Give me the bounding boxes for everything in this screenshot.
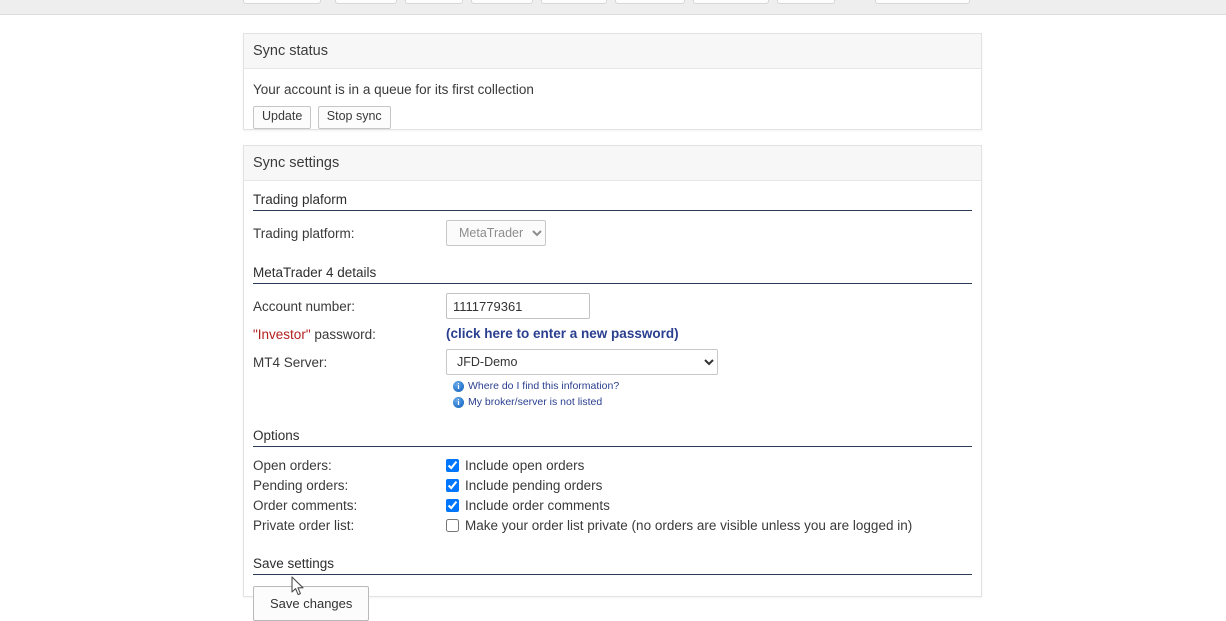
- save-settings-row: Save changes: [253, 586, 972, 621]
- toolbar-button-your-account[interactable]: Your account: [875, 0, 970, 4]
- investor-password-control: (click here to enter a new password): [446, 325, 972, 343]
- option-row: Order comments: Include order comments: [253, 495, 972, 515]
- investor-word: "Investor": [253, 327, 311, 342]
- sync-status-panel-body: Your account is in a queue for its first…: [244, 69, 981, 141]
- info-icon: i: [453, 397, 464, 408]
- option-checkbox-group[interactable]: Include open orders: [446, 458, 584, 473]
- option-checkbox-0[interactable]: [446, 459, 459, 472]
- broker-not-listed-label: My broker/server is not listed: [468, 396, 602, 408]
- option-label: Order comments:: [253, 498, 446, 513]
- trading-platform-row: Trading platform: MetaTrader 4: [253, 220, 972, 246]
- toolbar-button-statement[interactable]: Statement: [243, 0, 321, 4]
- option-row: Private order list: Make your order list …: [253, 515, 972, 535]
- info-icon: i: [453, 381, 464, 392]
- mt4-server-select[interactable]: JFD-Demo: [446, 349, 718, 375]
- investor-password-label: "Investor" password:: [253, 327, 446, 342]
- trading-platform-section-heading: Trading plaform: [253, 181, 972, 211]
- options-section-heading: Options: [253, 417, 972, 447]
- account-number-control: [446, 293, 972, 319]
- sync-status-panel-header: Sync status: [244, 34, 981, 69]
- toolbar-button-excel[interactable]: Excel: [471, 0, 533, 4]
- where-do-i-find-info-label: Where do I find this information?: [468, 380, 619, 392]
- option-checkbox-2[interactable]: [446, 499, 459, 512]
- mt4-server-label: MT4 Server:: [253, 355, 446, 370]
- top-toolbar: Statement Stats Risk Excel Profile Widgets Por…: [0, 0, 1226, 15]
- top-toolbar-buttons: Statement Stats Risk Excel Profile Widgets Por…: [243, 0, 983, 14]
- mt4-server-row: MT4 Server: JFD-Demo: [253, 349, 972, 375]
- option-row: Open orders: Include open orders: [253, 455, 972, 475]
- account-number-row: Account number:: [253, 293, 972, 319]
- broker-not-listed-link[interactable]: i My broker/server is not listed: [453, 396, 972, 408]
- option-checkbox-label: Include pending orders: [465, 478, 602, 493]
- mt4-info-links: i Where do I find this information? i My…: [453, 380, 972, 408]
- toolbar-button-help[interactable]: Help: [777, 0, 835, 4]
- option-checkbox-label: Include order comments: [465, 498, 610, 513]
- sync-status-panel: Sync status Your account is in a queue f…: [243, 33, 982, 130]
- sync-status-message: Your account is in a queue for its first…: [253, 82, 972, 97]
- options-rows: Open orders: Include open orders Pending o…: [253, 455, 972, 535]
- investor-password-row: "Investor" password: (click here to ente…: [253, 324, 972, 344]
- mt4-details-section-heading: MetaTrader 4 details: [253, 254, 972, 284]
- account-number-input[interactable]: [446, 293, 590, 319]
- toolbar-button-profile[interactable]: Profile: [541, 0, 607, 4]
- trading-platform-control: MetaTrader 4: [446, 220, 972, 246]
- sync-settings-panel-header: Sync settings: [244, 146, 981, 181]
- option-checkbox-label: Make your order list private (no orders …: [465, 518, 912, 533]
- update-button[interactable]: Update: [253, 106, 311, 129]
- save-settings-section-heading: Save settings: [253, 545, 972, 575]
- sync-status-title: Sync status: [253, 43, 328, 59]
- trading-platform-label: Trading platform:: [253, 226, 446, 241]
- option-checkbox-1[interactable]: [446, 479, 459, 492]
- where-do-i-find-info-link[interactable]: i Where do I find this information?: [453, 380, 972, 392]
- option-checkbox-3[interactable]: [446, 519, 459, 532]
- toolbar-button-portfolio[interactable]: Portfolio: [693, 0, 769, 4]
- toolbar-button-widgets[interactable]: Widgets: [615, 0, 685, 4]
- option-checkbox-label: Include open orders: [465, 458, 584, 473]
- option-checkbox-group[interactable]: Make your order list private (no orders …: [446, 518, 912, 533]
- save-changes-button[interactable]: Save changes: [253, 586, 369, 621]
- option-label: Pending orders:: [253, 478, 446, 493]
- trading-platform-select[interactable]: MetaTrader 4: [446, 220, 546, 246]
- sync-settings-panel-body: Trading plaform Trading platform: MetaTr…: [244, 181, 981, 621]
- sync-settings-panel: Sync settings Trading plaform Trading pl…: [243, 145, 982, 597]
- option-checkbox-group[interactable]: Include pending orders: [446, 478, 602, 493]
- enter-new-password-link[interactable]: (click here to enter a new password): [446, 326, 679, 341]
- mt4-server-control: JFD-Demo: [446, 349, 972, 375]
- option-label: Private order list:: [253, 518, 446, 533]
- sync-settings-title: Sync settings: [253, 155, 339, 171]
- toolbar-button-stats[interactable]: Stats: [335, 0, 397, 4]
- option-label: Open orders:: [253, 458, 446, 473]
- option-checkbox-group[interactable]: Include order comments: [446, 498, 610, 513]
- toolbar-button-risk[interactable]: Risk: [405, 0, 463, 4]
- account-number-label: Account number:: [253, 299, 446, 314]
- password-label-rest: password:: [311, 327, 376, 342]
- option-row: Pending orders: Include pending orders: [253, 475, 972, 495]
- stop-sync-button[interactable]: Stop sync: [318, 106, 391, 129]
